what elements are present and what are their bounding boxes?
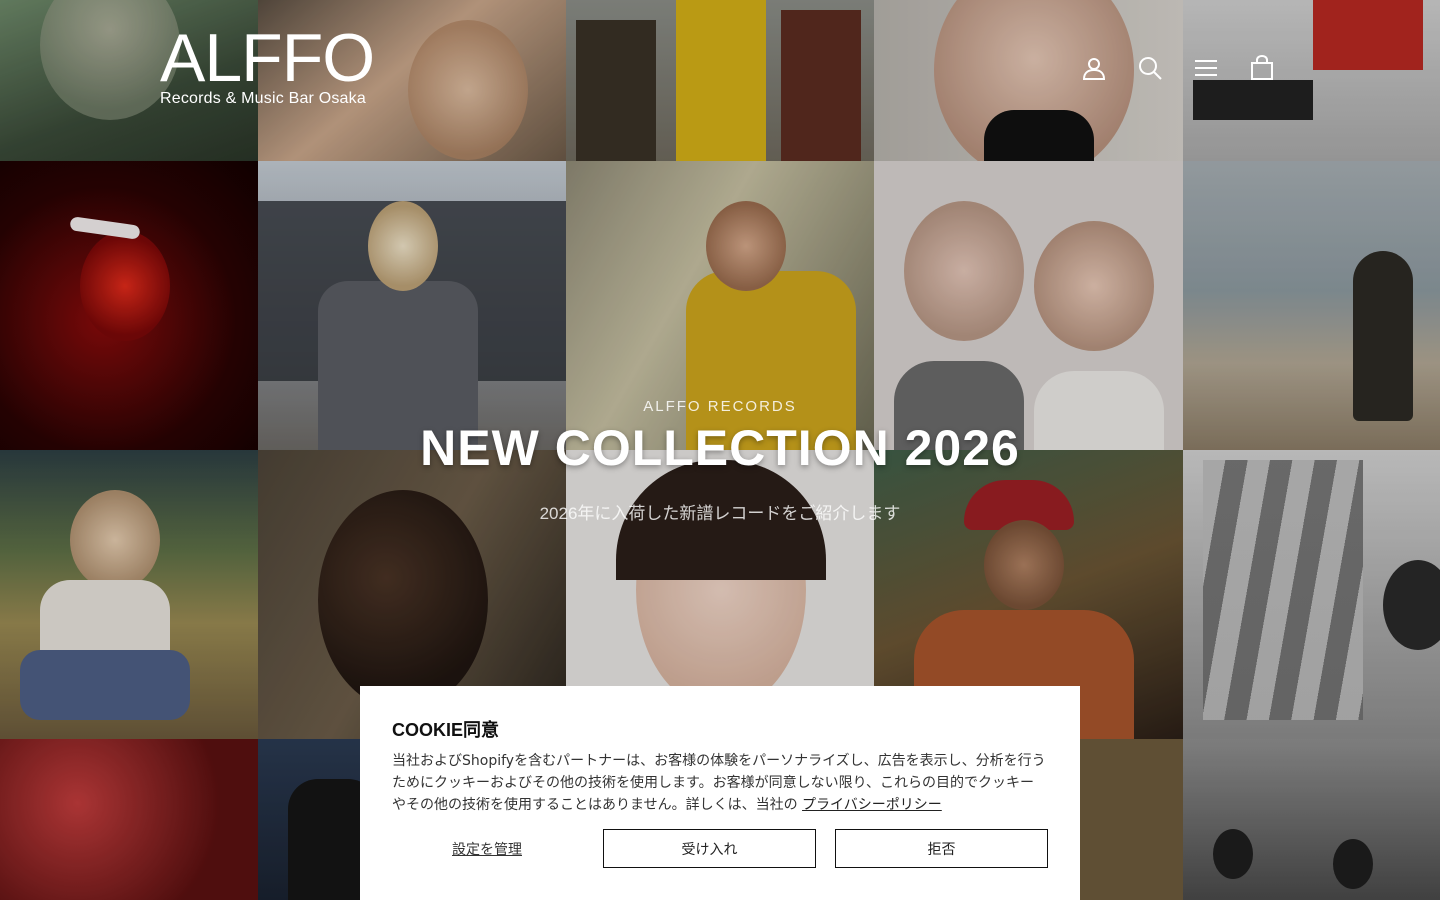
accept-button[interactable]: 受け入れ <box>603 829 816 868</box>
manage-settings-button[interactable]: 設定を管理 <box>392 839 582 859</box>
site-logo[interactable]: ALFFO Records & Music Bar Osaka <box>160 20 375 108</box>
cookie-consent-dialog: COOKIE同意 当社およびShopifyを含むパートナーは、お客様の体験をパー… <box>360 686 1080 900</box>
hero-subtitle: 2026年に入荷した新譜レコードをご紹介します <box>539 504 901 523</box>
hero-title: NEW COLLECTION 2026 <box>420 420 1020 476</box>
privacy-policy-link[interactable]: プライバシーポリシー <box>802 797 942 813</box>
hero-eyebrow: ALFFO RECORDS <box>643 398 797 415</box>
site-header: ALFFO Records & Music Bar Osaka <box>0 0 1440 140</box>
cookie-body: 当社およびShopifyを含むパートナーは、お客様の体験をパーソナライズし、広告… <box>392 750 1048 816</box>
header-actions <box>1076 52 1280 84</box>
cookie-title: COOKIE同意 <box>392 720 500 740</box>
menu-icon[interactable] <box>1188 52 1224 84</box>
cookie-body-text: 当社およびShopifyを含むパートナーは、お客様の体験をパーソナライズし、広告… <box>392 753 1046 813</box>
cart-icon[interactable] <box>1244 52 1280 84</box>
logo-tagline: Records & Music Bar Osaka <box>160 90 366 107</box>
cookie-actions: 設定を管理 受け入れ 拒否 <box>392 829 1048 868</box>
hero-banner: ALFFO RECORDS NEW COLLECTION 2026 2026年に… <box>0 398 1440 524</box>
search-icon[interactable] <box>1132 52 1168 84</box>
logo-wordmark: ALFFO <box>160 20 375 96</box>
page: ALFFO Records & Music Bar Osaka ALFFO RE… <box>0 0 1440 900</box>
account-icon[interactable] <box>1076 52 1112 84</box>
decline-button[interactable]: 拒否 <box>835 829 1048 868</box>
